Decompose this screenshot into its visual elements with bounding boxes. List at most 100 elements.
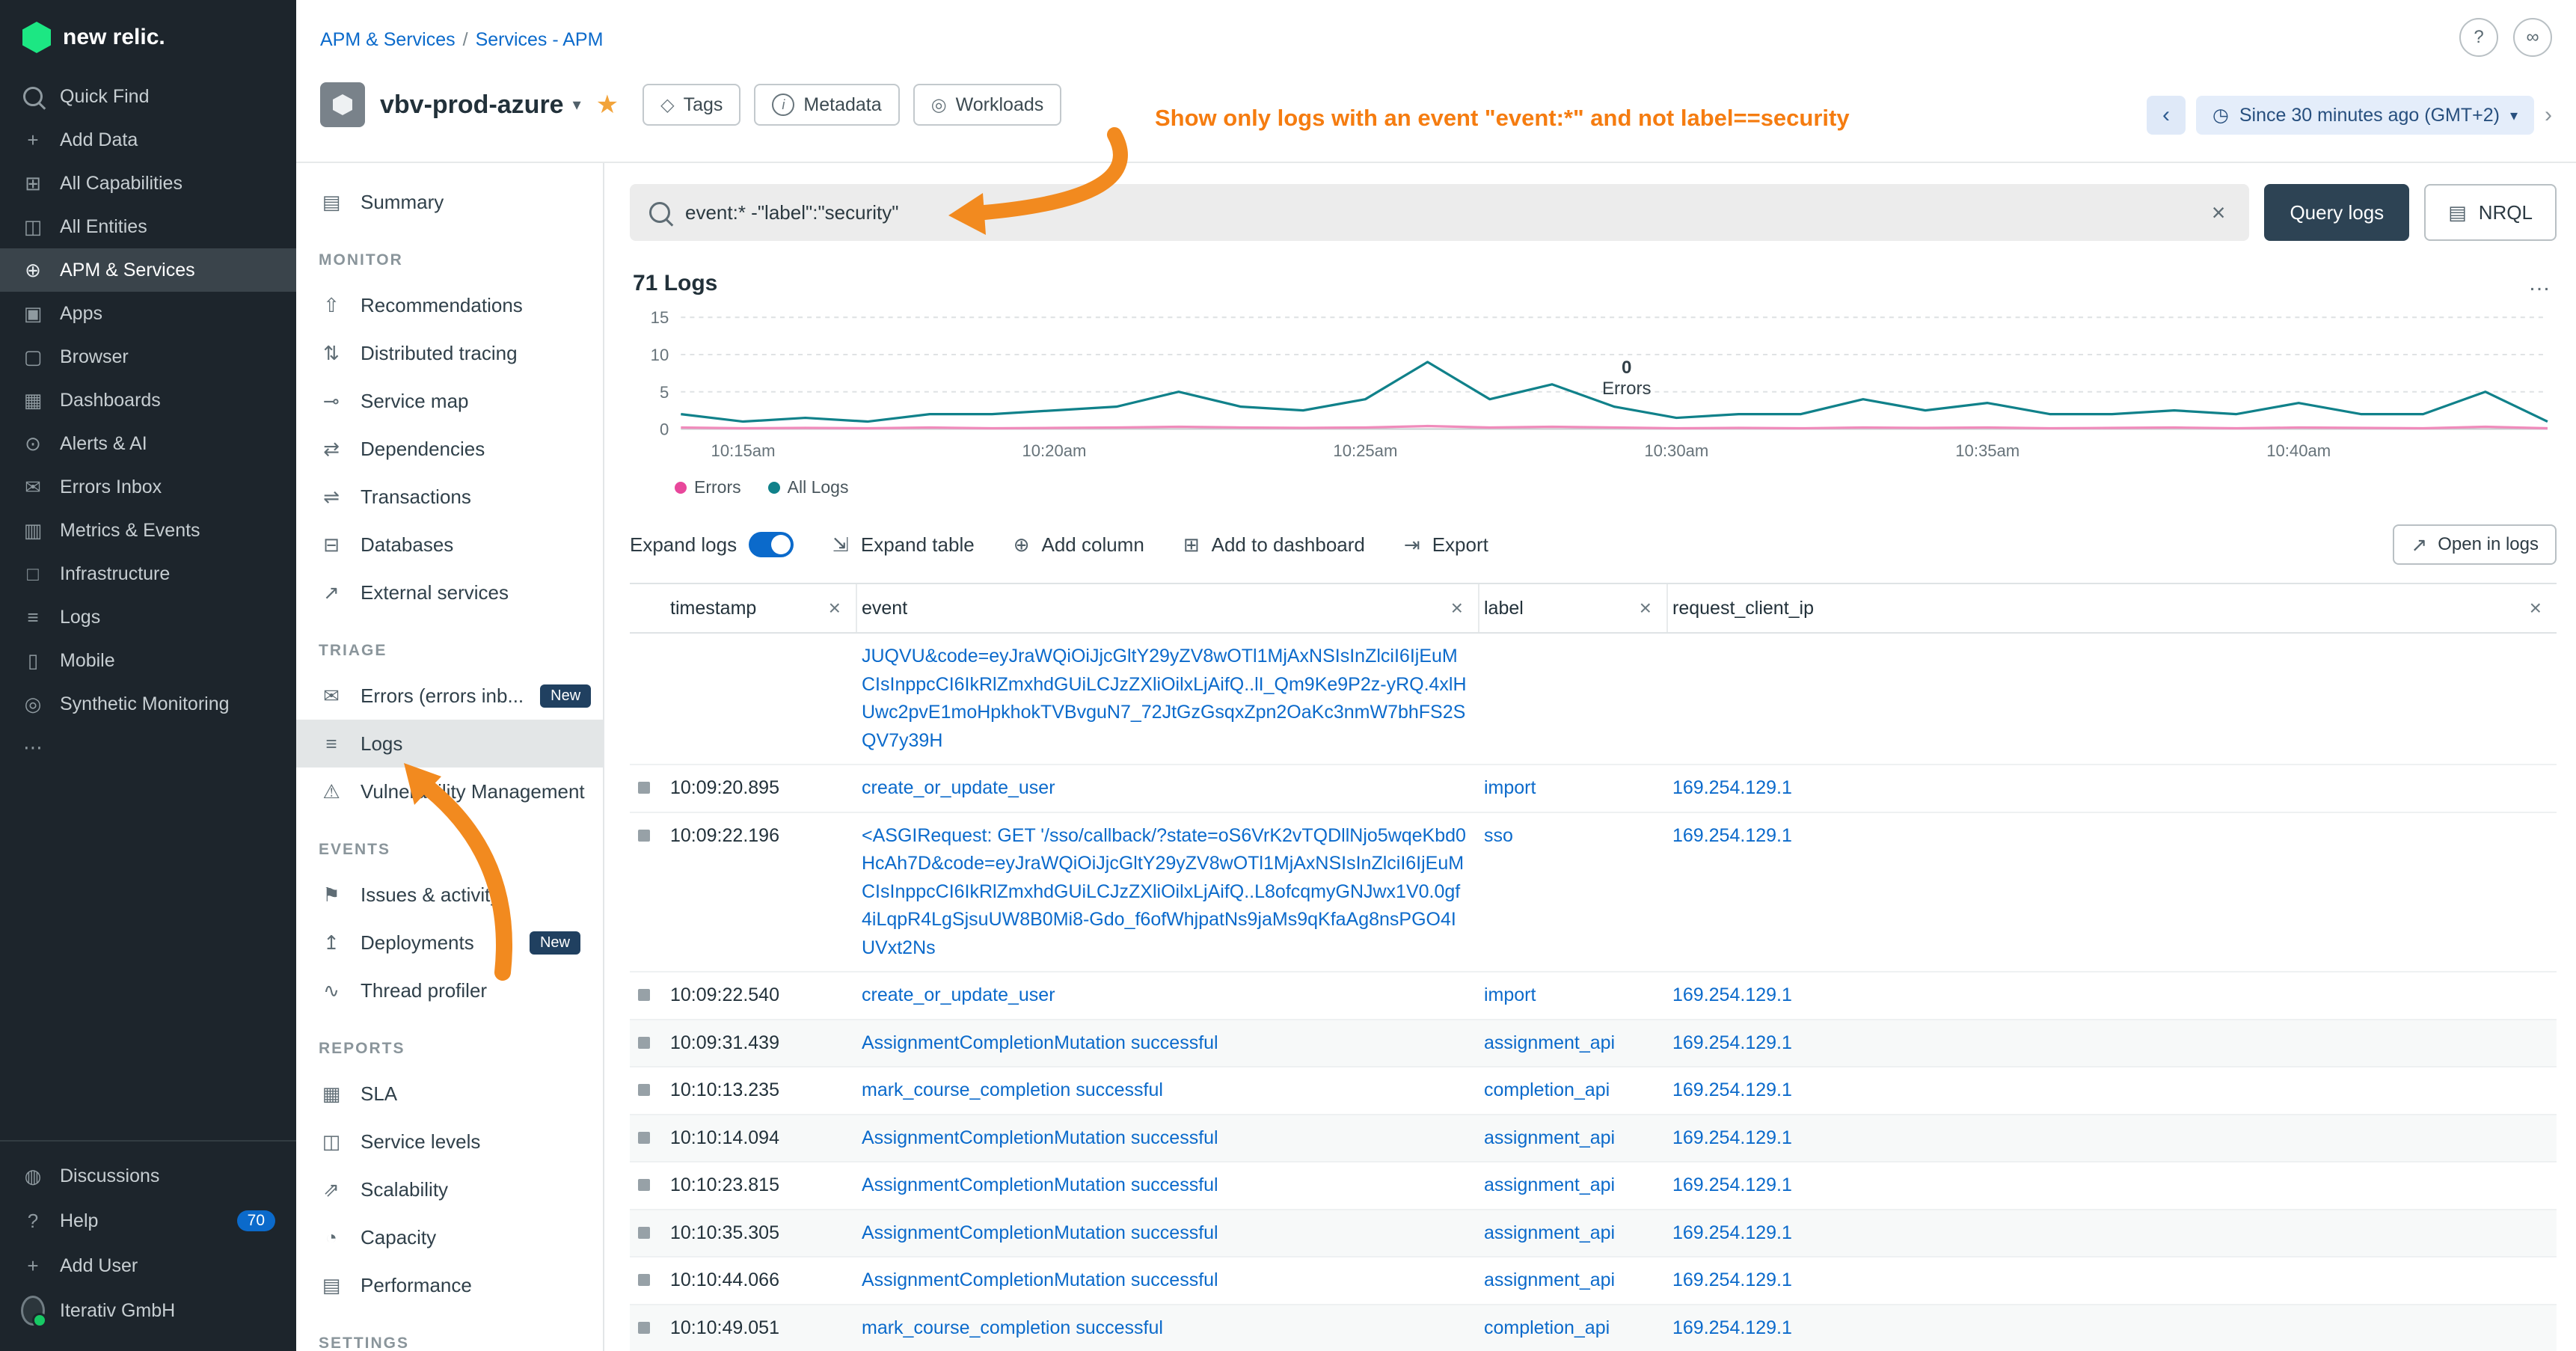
log-ip-link[interactable]: 169.254.129.1 — [1672, 1317, 1792, 1338]
log-event-link[interactable]: create_or_update_user — [862, 777, 1055, 798]
log-label-link[interactable]: assignment_api — [1484, 1127, 1615, 1148]
log-label-link[interactable]: assignment_api — [1484, 1032, 1615, 1053]
log-label-link[interactable]: import — [1484, 777, 1536, 798]
global-nav-footer-item[interactable]: + Add User — [0, 1243, 296, 1288]
query-text[interactable]: event:* -"label":"security" — [685, 201, 2192, 224]
log-event-link[interactable]: AssignmentCompletionMutation successful — [862, 1032, 1218, 1053]
expand-logs-toggle[interactable] — [749, 532, 794, 557]
row-checkbox[interactable] — [638, 1179, 650, 1191]
global-nav-item[interactable]: ▥ Metrics & Events — [0, 509, 296, 552]
log-label-link[interactable]: completion_api — [1484, 1079, 1610, 1100]
subnav-item[interactable]: ∿ Thread profiler — [296, 966, 603, 1014]
log-event-link[interactable]: mark_course_completion successful — [862, 1317, 1163, 1338]
global-nav-item[interactable]: ⋯ — [0, 726, 296, 769]
global-nav-item[interactable]: ⊕ APM & Services — [0, 248, 296, 292]
breadcrumb-apm-services[interactable]: APM & Services — [320, 29, 456, 50]
time-prev-button[interactable]: ‹ — [2147, 96, 2186, 135]
global-nav-item[interactable]: Quick Find — [0, 75, 296, 118]
global-nav-footer-item[interactable]: ? Help 70 — [0, 1198, 296, 1243]
permalink-icon[interactable]: ∞ — [2513, 18, 2552, 57]
subnav-item[interactable]: ⇌ Transactions — [296, 473, 603, 521]
log-event-link[interactable]: AssignmentCompletionMutation successful — [862, 1269, 1218, 1290]
remove-column-icon[interactable]: × — [1637, 596, 1655, 620]
log-ip-link[interactable]: 169.254.129.1 — [1672, 1222, 1792, 1243]
row-checkbox[interactable] — [638, 989, 650, 1001]
row-checkbox[interactable] — [638, 1227, 650, 1239]
log-label-link[interactable]: import — [1484, 984, 1536, 1005]
subnav-item[interactable]: ⊟ Databases — [296, 521, 603, 569]
row-checkbox[interactable] — [638, 1132, 650, 1144]
log-row[interactable]: 10:10:14.094 AssignmentCompletionMutatio… — [630, 1115, 2557, 1163]
log-row[interactable]: 10:10:23.815 AssignmentCompletionMutatio… — [630, 1162, 2557, 1210]
log-row[interactable]: 10:10:35.305 AssignmentCompletionMutatio… — [630, 1210, 2557, 1258]
subnav-item[interactable]: ◔ Capacity — [296, 1213, 603, 1261]
global-nav-footer-item[interactable]: Iterativ GmbH — [0, 1288, 296, 1333]
global-nav-item[interactable]: ✉ Errors Inbox — [0, 465, 296, 509]
subnav-item[interactable]: ⊸ Service map — [296, 377, 603, 425]
row-checkbox[interactable] — [638, 830, 650, 842]
subnav-item[interactable]: ▤ Summary — [296, 178, 603, 226]
global-nav-item[interactable]: ≡ Logs — [0, 595, 296, 639]
log-ip-link[interactable]: 169.254.129.1 — [1672, 1032, 1792, 1053]
remove-column-icon[interactable]: × — [1448, 596, 1466, 620]
expand-table-button[interactable]: ⇲ Expand table — [832, 533, 975, 557]
subnav-item[interactable]: ↥ Deployments New — [296, 919, 603, 966]
log-event-link[interactable]: <ASGIRequest: GET '/sso/callback/?state=… — [862, 825, 1466, 958]
global-nav-item[interactable]: ◫ All Entities — [0, 205, 296, 248]
log-row[interactable]: 10:09:31.439 AssignmentCompletionMutatio… — [630, 1020, 2557, 1068]
row-checkbox[interactable] — [638, 1037, 650, 1049]
subnav-item[interactable]: ◫ Service levels — [296, 1118, 603, 1165]
log-ip-link[interactable]: 169.254.129.1 — [1672, 1174, 1792, 1195]
logs-query-input[interactable]: event:* -"label":"security" × — [630, 184, 2249, 241]
row-checkbox[interactable] — [638, 1274, 650, 1286]
subnav-item[interactable]: ⇅ Distributed tracing — [296, 329, 603, 377]
remove-column-icon[interactable]: × — [826, 596, 844, 620]
subnav-item[interactable]: ≡ Logs — [296, 720, 603, 768]
global-nav-item[interactable]: ▯ Mobile — [0, 639, 296, 682]
log-event-link[interactable]: JUQVU&code=eyJraWQiOiJjcGltY29yZV8wOTl1M… — [862, 646, 1467, 751]
subnav-item[interactable]: ⇄ Dependencies — [296, 425, 603, 473]
log-row[interactable]: 10:09:22.540 create_or_update_user impor… — [630, 972, 2557, 1020]
add-column-button[interactable]: ⊕ Add column — [1013, 533, 1144, 557]
global-nav-item[interactable]: ▣ Apps — [0, 292, 296, 335]
panel-collapse-icon[interactable]: › — [2545, 102, 2552, 128]
log-row[interactable]: 10:10:44.066 AssignmentCompletionMutatio… — [630, 1257, 2557, 1305]
global-nav-item[interactable]: ▦ Dashboards — [0, 379, 296, 422]
log-label-link[interactable]: assignment_api — [1484, 1269, 1615, 1290]
row-checkbox[interactable] — [638, 1322, 650, 1334]
log-row[interactable]: JUQVU&code=eyJraWQiOiJjcGltY29yZV8wOTl1M… — [630, 634, 2557, 765]
global-nav-item[interactable]: ▢ Browser — [0, 335, 296, 379]
log-event-link[interactable]: mark_course_completion successful — [862, 1079, 1163, 1100]
time-picker[interactable]: ◷ Since 30 minutes ago (GMT+2) ▾ — [2196, 96, 2534, 135]
global-nav-item[interactable]: + Add Data — [0, 118, 296, 162]
nrql-button[interactable]: ▤ NRQL — [2424, 184, 2557, 241]
legend-item[interactable]: Errors — [675, 477, 741, 497]
log-row[interactable]: 10:10:49.051 mark_course_completion succ… — [630, 1305, 2557, 1351]
row-checkbox[interactable] — [638, 782, 650, 794]
entity-action-button[interactable]: ◎ Workloads — [913, 84, 1062, 126]
clear-query-icon[interactable]: × — [2207, 199, 2230, 227]
subnav-item[interactable]: ↗ External services — [296, 569, 603, 616]
log-row[interactable]: 10:09:20.895 create_or_update_user impor… — [630, 765, 2557, 813]
log-event-link[interactable]: AssignmentCompletionMutation successful — [862, 1174, 1218, 1195]
favorite-star-icon[interactable]: ★ — [596, 90, 619, 120]
log-ip-link[interactable]: 169.254.129.1 — [1672, 825, 1792, 846]
subnav-item[interactable]: ⚑ Issues & activity — [296, 871, 603, 919]
global-nav-item[interactable]: ⊙ Alerts & AI — [0, 422, 296, 465]
log-event-link[interactable]: create_or_update_user — [862, 984, 1055, 1005]
entity-name[interactable]: vbv-prod-azure — [380, 91, 564, 120]
log-label-link[interactable]: sso — [1484, 825, 1513, 846]
query-logs-button[interactable]: Query logs — [2264, 184, 2409, 241]
log-ip-link[interactable]: 169.254.129.1 — [1672, 1079, 1792, 1100]
subnav-item[interactable]: ▦ SLA — [296, 1070, 603, 1118]
log-label-link[interactable]: assignment_api — [1484, 1222, 1615, 1243]
breadcrumb-services-apm[interactable]: Services - APM — [476, 29, 604, 50]
more-menu-icon[interactable]: … — [2528, 271, 2554, 296]
subnav-item[interactable]: ▤ Performance — [296, 1261, 603, 1309]
entity-action-button[interactable]: ◇ Tags — [643, 84, 740, 126]
export-button[interactable]: ⇥ Export — [1404, 533, 1488, 557]
add-to-dashboard-button[interactable]: ⊞ Add to dashboard — [1183, 533, 1365, 557]
row-checkbox[interactable] — [638, 1084, 650, 1096]
subnav-item[interactable]: ⚠ Vulnerability Management — [296, 768, 603, 815]
entity-action-button[interactable]: i Metadata — [754, 84, 899, 126]
